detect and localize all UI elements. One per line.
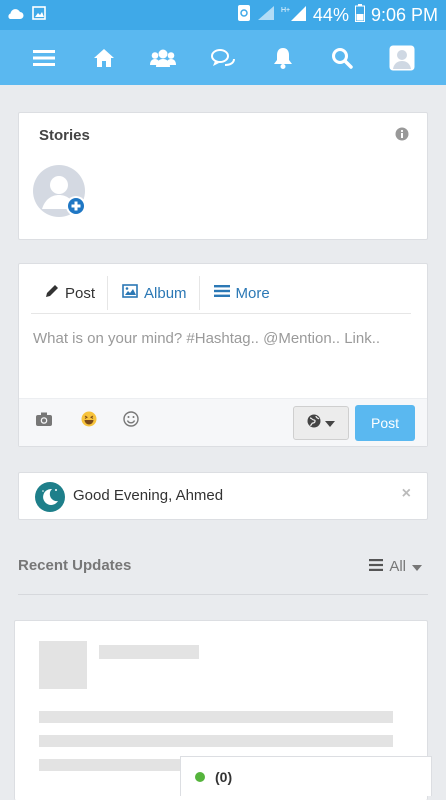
search-icon[interactable]	[322, 38, 362, 78]
top-navbar	[0, 30, 446, 85]
skeleton-line	[39, 711, 393, 723]
tab-post-label: Post	[65, 284, 96, 302]
list-icon	[213, 284, 230, 302]
feed-filter-dropdown[interactable]: All	[369, 558, 422, 575]
tab-post[interactable]: Post	[31, 276, 109, 310]
skeleton-line	[39, 735, 393, 747]
messages-icon[interactable]	[203, 38, 243, 78]
tab-album-label: Album	[144, 284, 187, 302]
moon-icon	[35, 482, 65, 512]
list-icon	[369, 558, 384, 575]
signal-icon	[257, 5, 275, 26]
menu-icon[interactable]	[24, 38, 64, 78]
divider	[18, 594, 428, 595]
stories-title: Stories	[39, 127, 90, 144]
battery-percent: 44%	[312, 5, 349, 25]
pencil-icon	[45, 284, 59, 302]
globe-icon	[307, 414, 321, 433]
network-icon: H+	[281, 4, 307, 27]
users-icon[interactable]	[143, 38, 183, 78]
svg-text:H+: H+	[281, 7, 290, 14]
smiley-icon[interactable]	[123, 411, 139, 432]
sync-icon	[237, 4, 251, 27]
skeleton-line	[99, 645, 199, 659]
add-story-avatar[interactable]	[33, 165, 87, 219]
skeleton-avatar	[39, 641, 87, 689]
info-icon[interactable]	[395, 127, 409, 146]
post-composer: Post Album More What is on your mind? #H…	[18, 263, 428, 447]
cloud-icon	[6, 7, 24, 25]
chat-bar[interactable]: (0)	[180, 756, 432, 796]
caret-down-icon	[412, 558, 422, 575]
battery-icon	[354, 4, 365, 27]
profile-icon[interactable]	[382, 38, 422, 78]
caret-down-icon	[325, 414, 335, 432]
clock: 9:06 PM	[370, 5, 438, 25]
stories-card: Stories	[18, 112, 428, 240]
status-bar: H+ 44% 9:06 PM	[0, 0, 446, 30]
image-icon	[122, 284, 138, 302]
home-icon[interactable]	[84, 38, 124, 78]
post-text-input[interactable]: What is on your mind? #Hashtag.. @Mentio…	[33, 330, 380, 347]
recent-updates-title: Recent Updates	[18, 557, 132, 574]
composer-toolbar: Post	[19, 398, 427, 446]
tab-more[interactable]: More	[200, 276, 282, 310]
filter-label: All	[389, 558, 406, 575]
camera-icon[interactable]	[35, 411, 53, 432]
online-status-dot	[195, 771, 205, 782]
tab-more-label: More	[235, 284, 270, 302]
online-count: (0)	[215, 768, 233, 785]
bell-icon[interactable]	[263, 38, 303, 78]
emoji-laugh-icon[interactable]	[81, 411, 97, 432]
post-button[interactable]: Post	[355, 405, 415, 441]
greeting-text: Good Evening, Ahmed	[73, 487, 224, 504]
privacy-dropdown[interactable]	[293, 406, 349, 440]
gallery-icon	[32, 6, 46, 25]
composer-tabs: Post Album More	[31, 274, 411, 314]
greeting-card: Good Evening, Ahmed ×	[18, 472, 428, 520]
tab-album[interactable]: Album	[108, 276, 200, 310]
close-icon[interactable]: ×	[402, 485, 411, 503]
